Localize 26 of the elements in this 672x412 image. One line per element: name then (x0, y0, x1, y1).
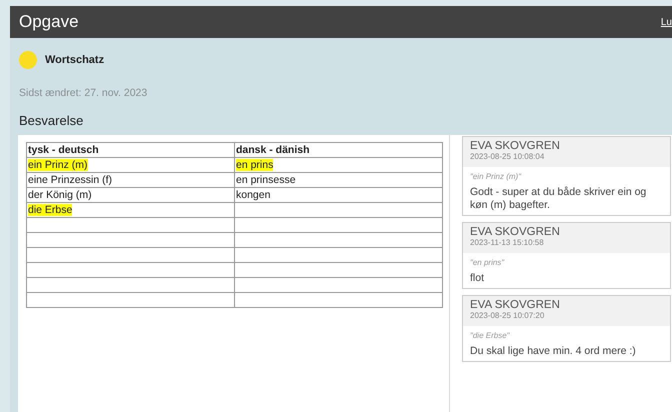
comment-quote: "en prins" (470, 257, 506, 270)
header-link[interactable]: Lu (660, 14, 672, 30)
column-header: tysk - deutsch (26, 142, 234, 158)
comment-author: EVA SKOVGREN (470, 299, 561, 312)
table-cell-text: en prinsesse (236, 174, 296, 186)
table-cell-text: eine Prinzessin (f) (28, 174, 112, 186)
table-cell-text: die Erbse (28, 204, 72, 216)
comment-author: EVA SKOVGREN (470, 226, 561, 238)
table-cell-text: kongen (236, 188, 270, 201)
comment-quote: "ein Prinz (m)" (470, 171, 522, 184)
comment-author: EVA SKOVGREN (470, 140, 561, 152)
table-cell-text: der König (m) (28, 188, 92, 201)
page-title: Opgave (19, 11, 79, 34)
comment-time: 2023-11-13 15:10:58 (470, 238, 545, 248)
comment-text: Du skal lige have min. 4 ord mere :) (470, 345, 637, 358)
subject-name: Wortschatz (45, 52, 104, 68)
table-cell-text: en prins (236, 158, 274, 171)
modified-date: Sidst ændret: 27. nov. 2023 (18, 86, 148, 101)
table-cell-text: ein Prinz (m) (28, 158, 88, 171)
column-header: dansk - dänish (234, 142, 442, 158)
comment-text: Godt - super at du både skriver ein og køn (m) bagefter. (470, 186, 648, 212)
comment-time: 2023-08-25 10:08:04 (470, 152, 546, 162)
comment-quote: "die Erbse" (470, 330, 511, 342)
comment-text: flot (470, 272, 486, 286)
comment-time: 2023-08-25 10:07:20 (470, 311, 546, 320)
section-title: Besvarelse (18, 112, 84, 130)
